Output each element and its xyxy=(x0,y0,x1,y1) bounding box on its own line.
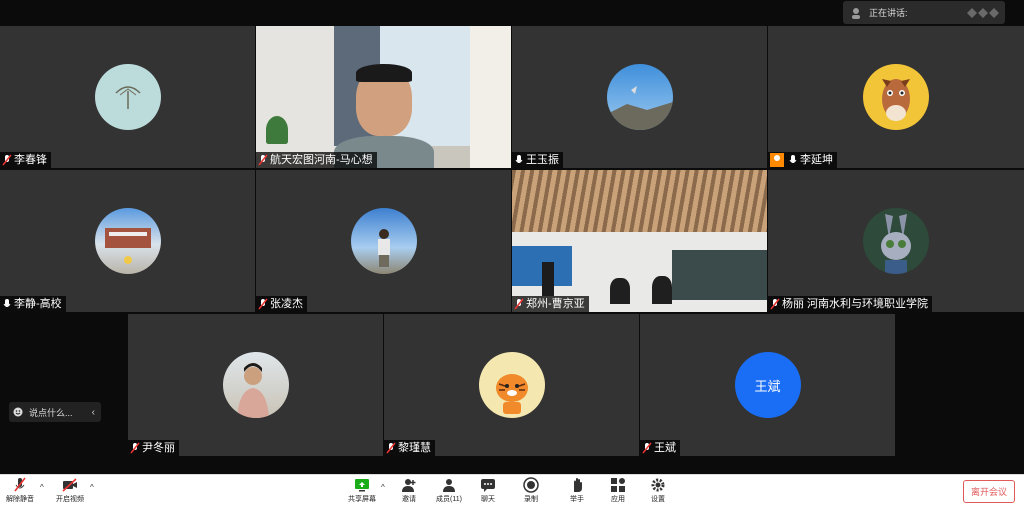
mic-muted-icon xyxy=(514,298,524,310)
participant-name-tag: 黎瑾慧 xyxy=(384,440,435,456)
avatar xyxy=(478,352,545,418)
person-icon xyxy=(852,7,860,19)
speaker-avatars-icon xyxy=(967,8,999,18)
avatar: 王斌 xyxy=(734,352,801,418)
avatar xyxy=(863,208,929,274)
avatar xyxy=(350,208,417,274)
participant-name-tag: 张凌杰 xyxy=(256,296,307,312)
apps-icon xyxy=(611,478,625,492)
participant-tile[interactable]: 李静-高校 xyxy=(0,170,255,312)
participant-name-tag: 李春锋 xyxy=(0,152,51,168)
mic-muted-icon xyxy=(770,298,780,310)
participant-name-tag: 郑州-曹京亚 xyxy=(512,296,589,312)
video-options-chevron-icon[interactable]: ^ xyxy=(90,483,94,492)
mic-icon xyxy=(3,299,11,307)
participant-name-tag: 航天宏图河南-马心想 xyxy=(256,152,377,168)
participant-tile[interactable]: 李延坤 xyxy=(768,26,1024,168)
participant-tile[interactable]: 王玉振 xyxy=(512,26,767,168)
emoji-icon[interactable] xyxy=(13,407,23,417)
record-button[interactable]: 录制 xyxy=(523,477,539,504)
start-video-button[interactable]: 开启视频 xyxy=(56,477,84,504)
mic-muted-icon xyxy=(258,154,268,166)
room-wall xyxy=(256,26,346,168)
avatar xyxy=(222,352,289,418)
person-seated xyxy=(652,276,672,304)
chat-placeholder: 说点什么... xyxy=(29,407,73,418)
mic-muted-icon xyxy=(2,154,12,166)
members-button[interactable]: 成员(11) xyxy=(436,477,462,504)
shelf xyxy=(470,26,511,168)
participant-tile[interactable]: 张凌杰 xyxy=(256,170,511,312)
invite-button[interactable]: 邀请 xyxy=(401,477,417,504)
wooden-ceiling xyxy=(512,170,767,232)
mic-icon xyxy=(515,155,523,163)
participant-video-tile[interactable]: 航天宏图河南-马心想 xyxy=(256,26,511,168)
avatar xyxy=(94,208,161,274)
participant-name-tag: 杨丽 河南水利与环境职业学院 xyxy=(768,296,933,312)
share-options-chevron-icon[interactable]: ^ xyxy=(381,483,385,492)
participant-tile[interactable]: 杨丽 河南水利与环境职业学院 xyxy=(768,170,1024,312)
active-speaker-panel[interactable]: 正在讲话: xyxy=(843,1,1005,24)
participant-tile[interactable]: 黎瑾慧 xyxy=(384,314,639,456)
participant-name-tag: 李延坤 xyxy=(768,152,837,168)
avatar xyxy=(94,64,161,130)
active-speaker-label: 正在讲话: xyxy=(869,8,908,18)
participant-name-tag: 王玉振 xyxy=(512,152,563,168)
camera-off-icon xyxy=(62,478,77,492)
mic-icon xyxy=(789,155,797,163)
record-icon xyxy=(523,477,539,493)
audio-options-chevron-icon[interactable]: ^ xyxy=(40,483,44,492)
members-icon xyxy=(442,479,455,492)
gear-icon xyxy=(651,478,665,492)
participant-tile[interactable]: 尹冬丽 xyxy=(128,314,383,456)
share-screen-button[interactable]: 共享屏幕 xyxy=(348,477,376,504)
avatar xyxy=(863,64,929,130)
mic-muted-icon xyxy=(14,477,26,492)
participant-name-tag: 尹冬丽 xyxy=(128,440,179,456)
share-screen-icon xyxy=(355,479,369,492)
mic-muted-icon xyxy=(642,442,652,454)
host-badge-icon xyxy=(770,153,784,167)
participant-name-tag: 王斌 xyxy=(640,440,680,456)
mic-muted-icon xyxy=(130,442,140,454)
participant-name-tag: 李静-高校 xyxy=(0,296,66,312)
hand-icon xyxy=(574,478,582,492)
mic-muted-icon xyxy=(386,442,396,454)
chat-button[interactable]: 聊天 xyxy=(480,477,496,504)
plant xyxy=(266,116,288,144)
participant-tile[interactable]: 李春锋 xyxy=(0,26,255,168)
person-seated xyxy=(610,278,630,304)
raise-hand-button[interactable]: 举手 xyxy=(569,477,585,504)
person-hair xyxy=(356,64,412,82)
invite-icon xyxy=(402,479,416,492)
participant-tile[interactable]: 王斌 王斌 xyxy=(640,314,895,456)
avatar xyxy=(606,64,673,130)
unmute-button[interactable]: 解除静音 xyxy=(6,477,34,504)
chat-input[interactable]: 说点什么... ‹ xyxy=(9,402,101,422)
participant-video-tile[interactable]: 郑州-曹京亚 xyxy=(512,170,767,312)
meeting-toolbar: 解除静音 ^ 开启视频 ^ 共享屏幕 ^ 邀请 成员(11) 聊天 录制 举手 … xyxy=(0,474,1024,507)
person-standing xyxy=(542,262,554,296)
mic-muted-icon xyxy=(258,298,268,310)
collapse-chat-icon[interactable]: ‹ xyxy=(92,407,95,418)
chat-bubble-icon xyxy=(481,479,495,492)
apps-button[interactable]: 应用 xyxy=(610,477,626,504)
glass-door xyxy=(672,250,767,300)
settings-button[interactable]: 设置 xyxy=(650,477,666,504)
video-grid: 李春锋 航天宏图河南-马心想 王玉振 李延坤 李静-高校 张凌杰 郑州-曹京亚 … xyxy=(0,0,1024,474)
leave-meeting-button[interactable]: 离开会议 xyxy=(963,480,1015,503)
